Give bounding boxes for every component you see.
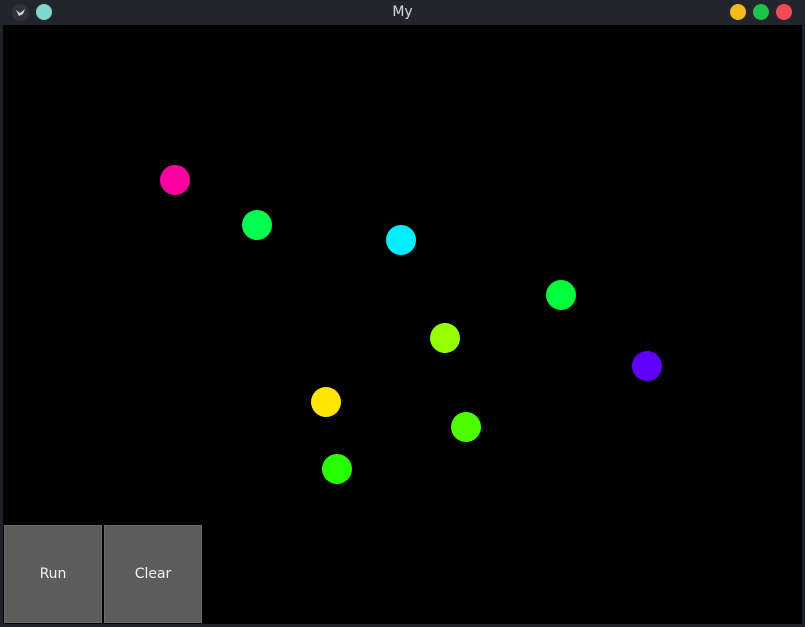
ball (632, 351, 662, 381)
drawing-canvas[interactable]: Run Clear (3, 25, 802, 624)
ball (430, 323, 460, 353)
close-button[interactable] (776, 4, 792, 20)
ball (242, 210, 272, 240)
clear-button[interactable]: Clear (104, 525, 202, 623)
ball (160, 165, 190, 195)
run-button[interactable]: Run (4, 525, 102, 623)
maximize-button[interactable] (753, 4, 769, 20)
minimize-button[interactable] (730, 4, 746, 20)
ball (386, 225, 416, 255)
ball (311, 387, 341, 417)
ball (546, 280, 576, 310)
window-title: My (392, 4, 413, 20)
ball (451, 412, 481, 442)
ball (322, 454, 352, 484)
app-window: My Run Clear (0, 0, 805, 627)
title-bar[interactable]: My (0, 0, 805, 25)
